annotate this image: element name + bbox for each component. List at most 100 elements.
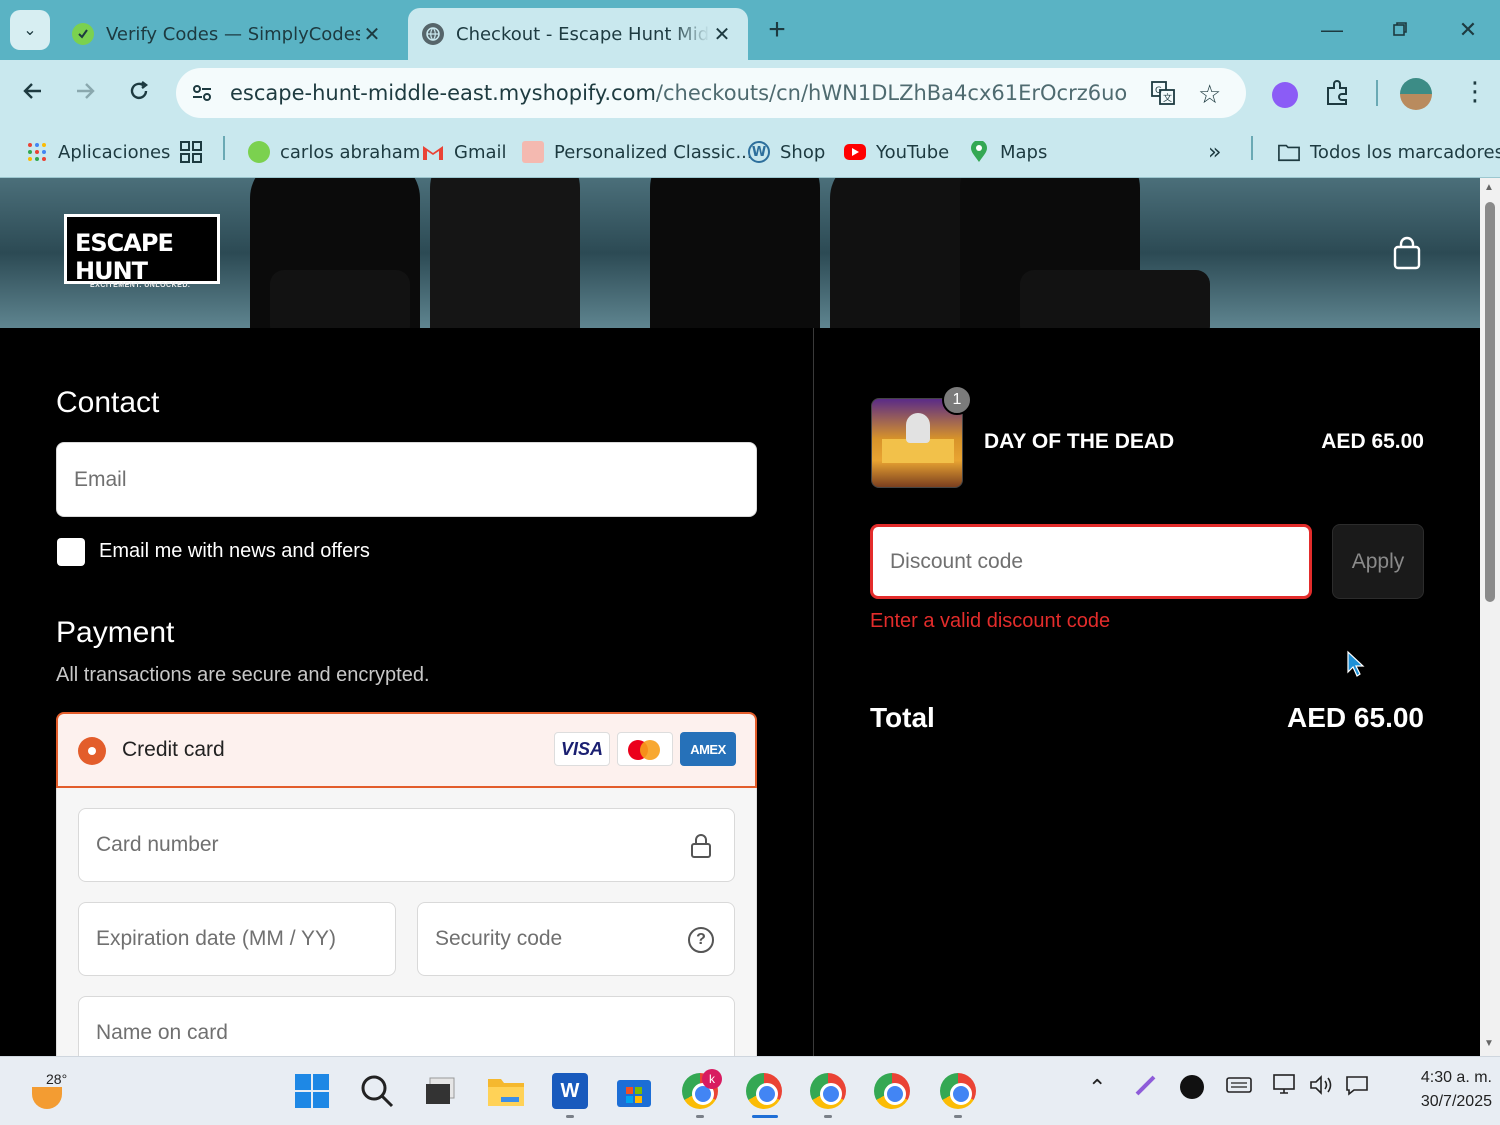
close-window-button[interactable]: ✕ (1448, 12, 1488, 48)
search-button[interactable] (357, 1071, 397, 1111)
credit-card-option[interactable]: Credit card VISA AMEX (56, 712, 757, 788)
forward-button[interactable] (66, 74, 104, 112)
bookmark-personalized[interactable]: Personalized Classic... (522, 136, 753, 168)
chrome-profile-3[interactable] (808, 1071, 848, 1111)
amex-icon: AMEX (680, 732, 736, 766)
weather-widget[interactable]: 28° (28, 1071, 68, 1111)
bookmark-maps[interactable]: Maps (968, 136, 1047, 168)
chrome-profile-5[interactable] (938, 1071, 978, 1111)
translate-icon[interactable]: G文 (1150, 80, 1176, 111)
apply-button[interactable]: Apply (1332, 524, 1424, 599)
chrome-profile-1[interactable]: k (680, 1069, 722, 1111)
card-number-field[interactable]: Card number (78, 808, 735, 882)
bookmark-tab-groups[interactable] (180, 136, 212, 168)
maps-pin-icon (968, 141, 990, 163)
security-code-placeholder: Security code (435, 927, 563, 950)
site-info-icon[interactable] (190, 81, 214, 110)
weather-temp: 28° (46, 1071, 68, 1087)
name-on-card-field[interactable]: Name on card (78, 996, 735, 1056)
tab-search-button[interactable]: ⌄ (10, 10, 50, 50)
scroll-down-icon[interactable]: ▼ (1484, 1038, 1494, 1049)
newsletter-checkbox[interactable] (57, 538, 85, 566)
active-indicator (752, 1115, 778, 1118)
volume-icon[interactable] (1308, 1073, 1334, 1103)
scrollbar-thumb[interactable] (1485, 202, 1495, 602)
total-label: Total (870, 702, 935, 733)
search-icon (361, 1075, 394, 1108)
apply-label: Apply (1351, 549, 1405, 573)
bookmark-youtube[interactable]: YouTube (844, 136, 949, 168)
store-icon (617, 1080, 651, 1107)
help-icon[interactable]: ? (688, 927, 714, 953)
chevron-up-icon[interactable]: ⌃ (1088, 1075, 1106, 1101)
bookmark-label: Shop (780, 141, 826, 163)
close-icon[interactable]: ✕ (710, 22, 734, 46)
toolbar-divider (1376, 80, 1378, 106)
restore-button[interactable] (1380, 12, 1420, 48)
back-button[interactable] (14, 74, 52, 112)
email-field[interactable]: Email (56, 442, 757, 517)
page-scrollbar[interactable]: ▲ ▼ (1480, 178, 1500, 1056)
svg-text:文: 文 (1163, 92, 1172, 104)
chrome-profile-2[interactable] (744, 1071, 784, 1111)
logo-tagline: EXCITEMENT. UNLOCKED. (90, 282, 191, 289)
credit-card-radio[interactable] (78, 737, 106, 765)
store-button[interactable] (614, 1071, 654, 1111)
security-code-field[interactable]: Security code ? (417, 902, 735, 976)
store-logo[interactable]: ESCAPE HUNT (64, 214, 220, 285)
banner-bag (270, 270, 410, 328)
bookmark-gmail[interactable]: Gmail (422, 136, 507, 168)
newsletter-label: Email me with news and offers (99, 540, 370, 562)
bookmarks-bar: Aplicaciones carlos abraham Gmail Person… (0, 126, 1500, 178)
keyboard-icon[interactable] (1226, 1075, 1252, 1101)
word-button[interactable]: W (550, 1071, 590, 1111)
credit-card-label: Credit card (122, 738, 225, 761)
url-text[interactable]: escape-hunt-middle-east.myshopify.com/ch… (230, 81, 1127, 105)
browser-toolbar: escape-hunt-middle-east.myshopify.com/ch… (0, 60, 1500, 126)
bookmark-label: Aplicaciones (58, 141, 171, 163)
extension-icon[interactable] (1272, 82, 1298, 108)
clock[interactable]: 4:30 a. m. 30/7/2025 (1392, 1069, 1492, 1111)
minimize-button[interactable]: — (1312, 12, 1352, 48)
bookmark-apps[interactable]: Aplicaciones (26, 136, 170, 168)
start-button[interactable] (292, 1071, 332, 1111)
cart-button[interactable] (1390, 236, 1424, 270)
scroll-up-icon[interactable]: ▲ (1484, 182, 1494, 193)
task-view-button[interactable] (420, 1071, 460, 1111)
lock-icon (690, 833, 712, 865)
file-explorer-button[interactable] (486, 1071, 526, 1111)
more-vert-icon[interactable]: ⋮ (1462, 76, 1488, 107)
tab-checkout[interactable]: Checkout - Escape Hunt Middle East ✕ (408, 8, 748, 60)
bookmark-label: YouTube (876, 141, 950, 163)
new-tab-button[interactable]: + (760, 14, 794, 48)
banner-bag (1020, 270, 1210, 328)
running-indicator (566, 1115, 574, 1118)
header-banner: ESCAPE HUNT EXCITEMENT. UNLOCKED. (0, 178, 1480, 328)
simplycodes-icon (248, 141, 270, 163)
network-icon[interactable] (1272, 1073, 1298, 1103)
notification-icon[interactable] (1344, 1073, 1370, 1103)
star-icon[interactable]: ☆ (1198, 79, 1221, 110)
quantity-value: 1 (952, 391, 962, 408)
bookmark-carlos[interactable]: carlos abraham (248, 136, 420, 168)
discount-code-field[interactable]: Discount code (870, 524, 1312, 599)
pen-icon[interactable] (1134, 1073, 1158, 1103)
address-bar[interactable]: escape-hunt-middle-east.myshopify.com/ch… (176, 68, 1246, 118)
chrome-profile-4[interactable] (872, 1071, 912, 1111)
running-indicator (824, 1115, 832, 1118)
arrow-right-icon (77, 83, 95, 99)
avatar[interactable] (1400, 78, 1432, 110)
simplycodes-icon (72, 23, 94, 45)
mastercard-icon (617, 732, 673, 766)
tab-simplycodes[interactable]: Verify Codes — SimplyCodes ✕ (58, 8, 398, 60)
reload-button[interactable] (120, 74, 158, 112)
bookmarks-overflow-icon[interactable]: » (1208, 136, 1221, 168)
all-bookmarks-folder[interactable]: Todos los marcadores (1278, 136, 1500, 168)
wordpress-icon: W (748, 141, 770, 163)
app-tray-icon[interactable] (1180, 1075, 1204, 1099)
puzzle-icon[interactable] (1324, 78, 1352, 111)
radio-dot (88, 747, 96, 755)
bookmark-shop[interactable]: W Shop (748, 136, 825, 168)
close-icon[interactable]: ✕ (360, 22, 384, 46)
expiration-date-field[interactable]: Expiration date (MM / YY) (78, 902, 396, 976)
